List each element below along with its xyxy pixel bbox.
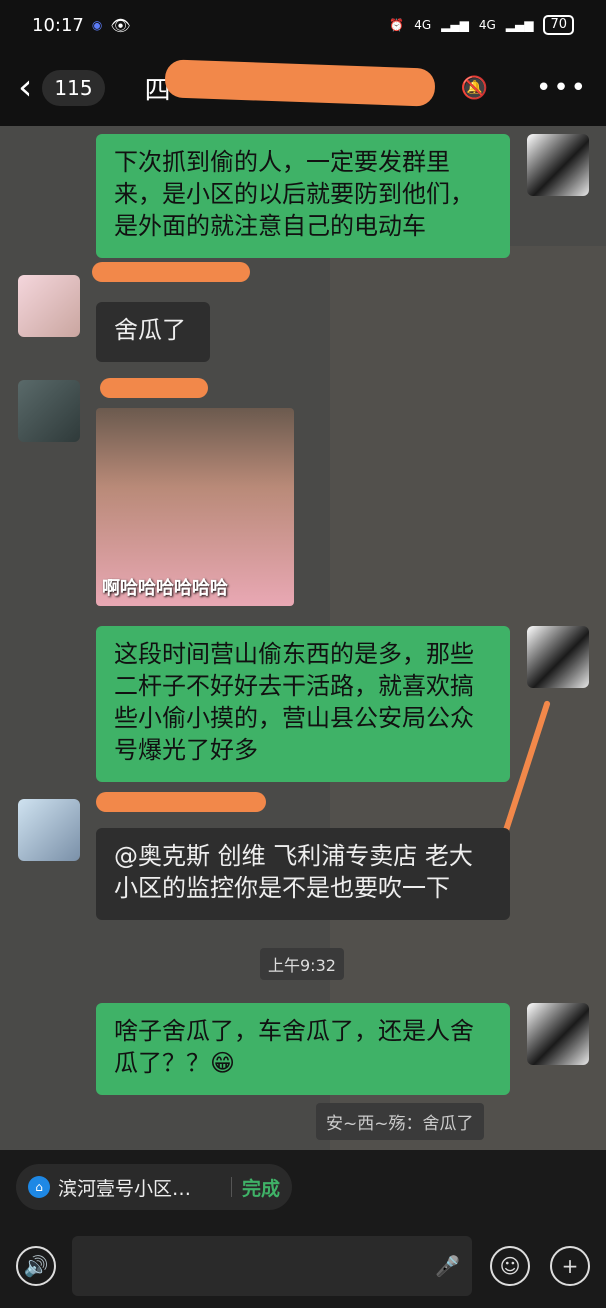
message-bubble-incoming[interactable]: 舍瓜了 xyxy=(96,302,210,362)
message-bubble-incoming[interactable]: @奥克斯 创维 飞利浦专卖店 老大小区的监控你是不是也要吹一下 xyxy=(96,828,510,920)
sender-redaction xyxy=(92,262,250,282)
sender-redaction xyxy=(96,792,266,812)
message-bubble-outgoing[interactable]: 这段时间营山偷东西的是多，那些二杆子不好好去干活路，就喜欢搞些小偷小摸的，营山县… xyxy=(96,626,510,782)
emoji-icon[interactable]: ☺ xyxy=(490,1246,530,1286)
avatar-self[interactable] xyxy=(527,134,589,196)
signal-1: 4G xyxy=(414,18,432,32)
mic-icon[interactable]: 🎤 xyxy=(435,1254,460,1278)
status-bar: 10:17 ◉ 👁 ⏰ 4G ▂▄▆ 4G ▂▄▆ 70 xyxy=(0,0,606,50)
status-time: 10:17 xyxy=(32,14,84,36)
chat-title: 四 xyxy=(145,58,461,107)
alarm-icon: ⏰ xyxy=(389,18,405,32)
divider xyxy=(230,1177,232,1197)
app-notification-icon: ◉ xyxy=(91,18,103,32)
avatar-member[interactable] xyxy=(18,380,80,442)
plus-icon[interactable]: + xyxy=(550,1246,590,1286)
announcement-bar: ⌂ 滨河壹号小区… 完成 xyxy=(0,1150,606,1226)
done-button[interactable]: 完成 xyxy=(242,1174,280,1201)
community-icon: ⌂ xyxy=(28,1176,50,1198)
sender-redaction xyxy=(100,378,208,398)
time-divider: 上午9:32 xyxy=(260,948,344,980)
avatar-self[interactable] xyxy=(527,1003,589,1065)
avatar-self[interactable] xyxy=(527,626,589,688)
avatar-member[interactable] xyxy=(18,799,80,861)
signal-bars-icon: ▂▄▆ xyxy=(441,18,469,32)
unread-count-badge: 115 xyxy=(42,70,105,106)
signal-2: 4G xyxy=(478,18,496,32)
image-caption: 啊哈哈哈哈哈哈 xyxy=(102,578,228,599)
message-input[interactable] xyxy=(72,1236,472,1296)
announcement-pill[interactable]: ⌂ 滨河壹号小区… 完成 xyxy=(16,1164,292,1210)
bell-off-icon: 🔕 xyxy=(460,75,488,101)
chat-area[interactable]: 下次抓到偷的人，一定要发群里来，是小区的以后就要防到他们，是外面的就注意自己的电… xyxy=(0,126,606,1150)
avatar-member[interactable] xyxy=(18,275,80,337)
eye-icon: 👁 xyxy=(110,15,131,35)
back-button[interactable]: ‹ 115 xyxy=(18,70,105,106)
quoted-reply[interactable]: 安~西~殇：舍瓜了 xyxy=(316,1103,484,1140)
message-bubble-outgoing[interactable]: 啥子舍瓜了，车舍瓜了，还是人舍瓜了？？😁 xyxy=(96,1003,510,1095)
image-message[interactable]: 啊哈哈哈哈哈哈 xyxy=(96,408,294,606)
input-bar: 🔊 🎤 ☺ + xyxy=(0,1226,606,1308)
more-dots-icon[interactable]: ••• xyxy=(536,73,588,103)
title-redaction xyxy=(164,58,436,107)
battery-indicator: 70 xyxy=(543,15,574,35)
nav-bar: ‹ 115 四 🔕 ••• xyxy=(0,50,606,126)
voice-icon[interactable]: 🔊 xyxy=(16,1246,56,1286)
signal-bars-icon: ▂▄▆ xyxy=(505,18,534,32)
announcement-text: 滨河壹号小区… xyxy=(58,1177,192,1200)
message-bubble-outgoing[interactable]: 下次抓到偷的人，一定要发群里来，是小区的以后就要防到他们，是外面的就注意自己的电… xyxy=(96,134,510,258)
chevron-left-icon: ‹ xyxy=(18,67,33,108)
